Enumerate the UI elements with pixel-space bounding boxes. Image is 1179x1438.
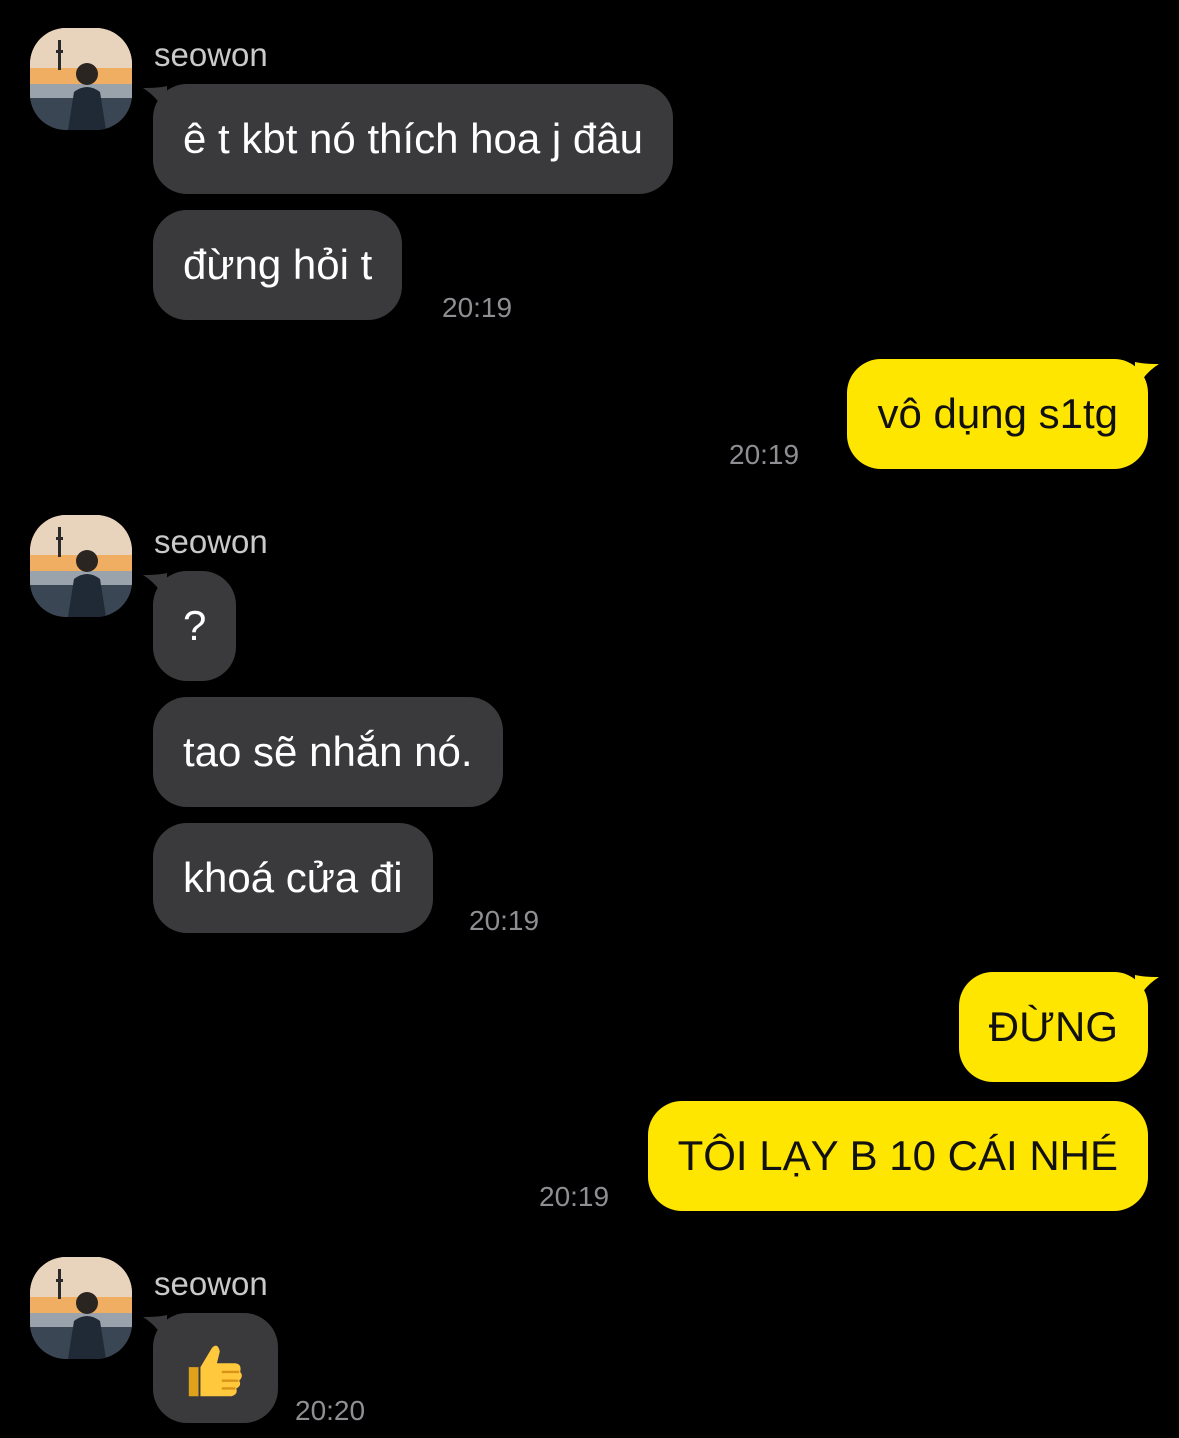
avatar-photo bbox=[30, 28, 132, 130]
avatar-photo bbox=[30, 515, 132, 617]
message-bubble[interactable]: đừng hỏi t bbox=[153, 210, 403, 320]
avatar-photo bbox=[30, 1257, 132, 1359]
message-timestamp: 20:19 bbox=[442, 292, 513, 323]
sender-name: seowon bbox=[154, 36, 268, 73]
message-timestamp: 20:19 bbox=[539, 1181, 610, 1212]
message-bubble[interactable]: tao sẽ nhắn nó. bbox=[153, 697, 503, 807]
avatar[interactable] bbox=[30, 1257, 132, 1359]
message-bubble[interactable]: khoá cửa đi bbox=[153, 823, 433, 933]
avatar[interactable] bbox=[30, 515, 132, 617]
message-bubble[interactable]: vô dụng s1tg bbox=[847, 359, 1148, 469]
message-bubble[interactable]: ĐỪNG bbox=[958, 972, 1148, 1082]
message-bubble[interactable]: TÔI LẠY B 10 CÁI NHÉ bbox=[647, 1101, 1148, 1211]
sender-name: seowon bbox=[154, 1265, 268, 1302]
message-bubble[interactable]: ? bbox=[153, 571, 237, 681]
thumbs-up-icon bbox=[188, 1345, 242, 1397]
message-timestamp: 20:19 bbox=[469, 905, 540, 936]
message-timestamp: 20:20 bbox=[295, 1395, 366, 1426]
avatar[interactable] bbox=[30, 28, 132, 130]
message-timestamp: 20:19 bbox=[729, 439, 800, 470]
sender-name: seowon bbox=[154, 523, 268, 560]
message-bubble[interactable]: ê t kbt nó thích hoa j đâu bbox=[153, 84, 673, 194]
